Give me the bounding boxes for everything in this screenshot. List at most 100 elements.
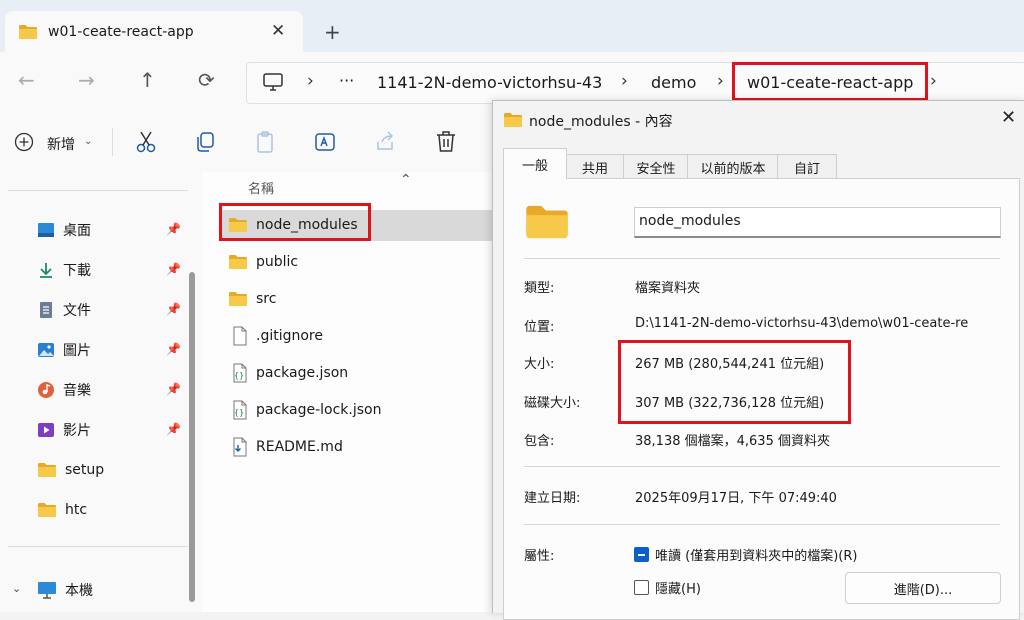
- file-name: src: [256, 291, 277, 307]
- new-tab-button[interactable]: +: [324, 20, 341, 44]
- tab-sharing[interactable]: 共用: [565, 154, 625, 179]
- expand-chevron-icon[interactable]: ⌄: [12, 582, 21, 595]
- sidebar-item-downloads[interactable]: 下載: [37, 256, 91, 284]
- pin-icon[interactable]: 📌: [166, 302, 181, 316]
- markdown-file-icon: [228, 437, 248, 457]
- large-folder-icon: [524, 203, 570, 241]
- file-row[interactable]: public: [228, 247, 298, 277]
- chevron-down-icon[interactable]: ⌄: [84, 136, 92, 147]
- created-value: 2025年09月17日, 下午 07:49:40: [635, 491, 837, 506]
- column-header-name[interactable]: 名稱: [248, 178, 274, 197]
- tab-label: 安全性: [636, 161, 676, 177]
- forward-arrow-icon[interactable]: →: [78, 68, 95, 92]
- dialog-title: node_modules - 內容: [529, 114, 673, 130]
- contains-value: 38,138 個檔案，4,635 個資料夾: [635, 434, 830, 449]
- sidebar-item-videos[interactable]: 影片: [37, 416, 91, 444]
- sidebar-item-this-pc[interactable]: 本機: [37, 576, 93, 604]
- location-label: 位置:: [524, 320, 555, 335]
- file-row[interactable]: README.md: [228, 432, 343, 462]
- desktop-icon: [38, 223, 54, 237]
- tab-customize[interactable]: 自訂: [777, 154, 837, 179]
- sidebar-item-setup[interactable]: setup: [37, 456, 104, 484]
- tab-security[interactable]: 安全性: [623, 154, 689, 179]
- json-file-icon: {}: [228, 400, 248, 420]
- file-row[interactable]: .gitignore: [228, 321, 323, 351]
- attributes-label: 屬性:: [524, 549, 555, 564]
- plus-circle-icon[interactable]: [14, 132, 34, 152]
- folder-icon: [228, 217, 248, 233]
- this-pc-icon: [263, 73, 283, 91]
- paste-icon[interactable]: [254, 130, 278, 154]
- pin-icon[interactable]: 📌: [166, 382, 181, 396]
- pin-icon[interactable]: 📌: [166, 222, 181, 236]
- breadcrumb-current[interactable]: w01-ceate-react-app: [747, 73, 913, 92]
- divider: [524, 524, 1000, 525]
- breadcrumb-separator: ›: [621, 71, 628, 91]
- sidebar-item-pictures[interactable]: 圖片: [37, 336, 91, 364]
- sidebar-item-htc[interactable]: htc: [37, 496, 87, 524]
- videos-icon: [38, 423, 54, 437]
- file-row[interactable]: {} package-lock.json: [228, 395, 382, 425]
- close-icon[interactable]: ✕: [271, 21, 285, 41]
- svg-text:{}: {}: [234, 371, 244, 380]
- file-name: public: [256, 254, 299, 270]
- folder-name-input[interactable]: node_modules: [634, 207, 1001, 238]
- breadcrumb-item[interactable]: demo: [651, 73, 696, 92]
- close-icon[interactable]: ✕: [1001, 107, 1016, 128]
- type-value: 檔案資料夾: [635, 281, 701, 296]
- sidebar-item-label: htc: [65, 502, 88, 518]
- scrollbar[interactable]: [189, 272, 195, 602]
- sidebar-item-documents[interactable]: 文件: [37, 296, 91, 324]
- readonly-checkbox[interactable]: [634, 547, 649, 562]
- up-arrow-icon[interactable]: ↑: [139, 68, 156, 92]
- tab-active[interactable]: w01-ceate-react-app ✕: [5, 11, 303, 52]
- back-arrow-icon[interactable]: ←: [18, 68, 35, 92]
- new-button[interactable]: 新增: [47, 134, 75, 154]
- sidebar-item-music[interactable]: 音樂: [37, 376, 91, 404]
- file-row[interactable]: src: [228, 284, 276, 314]
- pin-icon[interactable]: 📌: [166, 422, 181, 436]
- copy-icon[interactable]: [194, 130, 218, 154]
- file-row[interactable]: {} package.json: [228, 358, 348, 388]
- folder-icon: [37, 462, 57, 478]
- pin-icon[interactable]: 📌: [166, 262, 181, 276]
- pin-icon[interactable]: 📌: [166, 342, 181, 356]
- address-bar[interactable]: › ··· 1141-2N-demo-victorhsu-43 › demo ›…: [246, 62, 1024, 104]
- cut-icon[interactable]: [134, 130, 158, 154]
- divider: [112, 128, 113, 156]
- folder-icon: [503, 112, 523, 128]
- breadcrumb-separator: ›: [307, 71, 314, 91]
- file-name: .gitignore: [256, 328, 323, 344]
- sidebar-item-label: 桌面: [63, 223, 91, 239]
- file-icon: [228, 326, 248, 346]
- advanced-button-label: 進階(D)...: [893, 582, 953, 598]
- share-icon[interactable]: [374, 130, 398, 154]
- breadcrumb-separator: ›: [717, 71, 724, 91]
- properties-dialog: node_modules - 內容 ✕ 一般 共用 安全性 以前的版本 自訂 n…: [492, 100, 1024, 620]
- sidebar-item-label: 下載: [63, 263, 91, 279]
- folder-icon: [18, 24, 38, 40]
- rename-icon[interactable]: [314, 130, 338, 154]
- file-name: README.md: [256, 439, 343, 455]
- file-row[interactable]: node_modules: [228, 210, 358, 240]
- sidebar-item-label: setup: [65, 462, 105, 478]
- size-label: 大小:: [524, 357, 555, 372]
- document-icon: [40, 302, 52, 318]
- sidebar-item-label: 本機: [65, 583, 93, 599]
- breadcrumb-item[interactable]: 1141-2N-demo-victorhsu-43: [377, 73, 602, 92]
- sidebar-item-desktop[interactable]: 桌面: [37, 216, 91, 244]
- refresh-icon[interactable]: ⟳: [198, 68, 215, 92]
- delete-icon[interactable]: [434, 130, 458, 154]
- breadcrumb-separator: ›: [930, 71, 937, 91]
- readonly-label: 唯讀 (僅套用到資料夾中的檔案)(R): [655, 549, 858, 564]
- hidden-checkbox[interactable]: [634, 580, 649, 595]
- tab-previous-versions[interactable]: 以前的版本: [687, 154, 779, 179]
- tab-bar: w01-ceate-react-app ✕ +: [0, 0, 1024, 52]
- tab-label: 以前的版本: [700, 161, 766, 177]
- breadcrumb-more[interactable]: ···: [339, 71, 354, 90]
- tab-label: 共用: [581, 161, 608, 177]
- tab-general[interactable]: 一般: [503, 148, 567, 179]
- sidebar-item-label: 文件: [63, 303, 91, 319]
- advanced-button[interactable]: 進階(D)...: [845, 572, 1001, 604]
- sidebar-item-label: 音樂: [63, 383, 91, 399]
